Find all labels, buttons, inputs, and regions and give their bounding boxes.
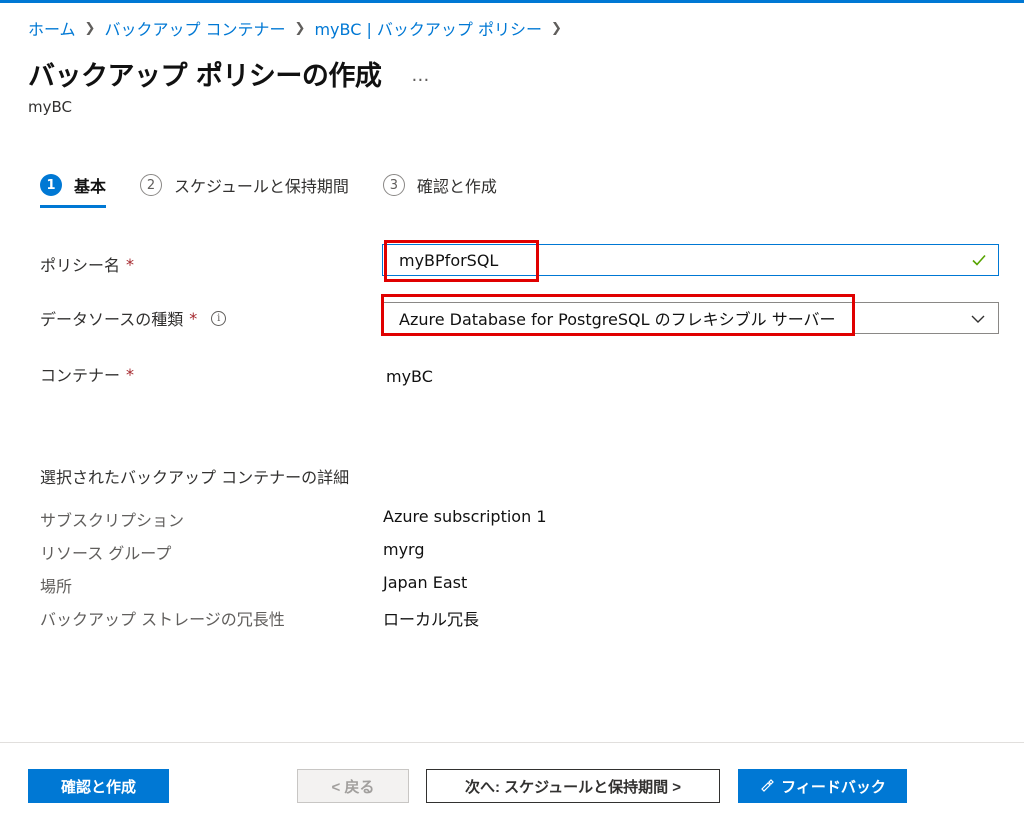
detail-row-location: 場所 Japan East [40, 573, 640, 597]
footer-divider [0, 742, 1024, 743]
step-label: 基本 [74, 177, 107, 196]
required-mark: * [126, 364, 135, 384]
feedback-button[interactable]: フィードバック [738, 769, 907, 803]
step-label: スケジュールと保持期間 [174, 177, 349, 196]
detail-value: Azure subscription 1 [383, 507, 547, 526]
policy-name-value: myBPforSQL [399, 250, 499, 270]
detail-value: ローカル冗長 [383, 610, 480, 629]
datasource-type-label-text: データソースの種類 [40, 310, 184, 329]
policy-name-label: ポリシー名 * [40, 252, 134, 276]
detail-row-resource-group: リソース グループ myrg [40, 540, 640, 564]
detail-value: Japan East [383, 573, 468, 592]
details-section-title: 選択されたバックアップ コンテナーの詳細 [40, 468, 350, 487]
step-label: 確認と作成 [416, 177, 497, 196]
detail-row-redundancy: バックアップ ストレージの冗長性 ローカル冗長 [40, 606, 640, 630]
chevron-right-icon: ❯ [294, 20, 306, 36]
datasource-type-value: Azure Database for PostgreSQL のフレキシブル サー… [399, 310, 836, 329]
datasource-type-select[interactable]: Azure Database for PostgreSQL のフレキシブル サー… [382, 302, 999, 334]
back-button[interactable]: < 戻る [297, 769, 409, 803]
tab-basics[interactable]: 1 基本 [40, 170, 107, 208]
detail-key: リソース グループ [40, 544, 172, 563]
page-title: バックアップ ポリシーの作成 [28, 61, 382, 92]
detail-value: myrg [383, 540, 425, 559]
policy-name-input[interactable]: myBPforSQL [382, 244, 999, 276]
detail-key: 場所 [40, 577, 73, 596]
policy-name-label-text: ポリシー名 [40, 256, 121, 275]
step-number: 3 [382, 174, 405, 196]
chevron-down-icon [970, 311, 986, 331]
detail-key: サブスクリプション [40, 511, 185, 530]
detail-key: バックアップ ストレージの冗長性 [40, 610, 285, 629]
step-number: 1 [40, 174, 62, 196]
container-value: myBC [386, 367, 433, 386]
chevron-right-icon: ❯ [84, 20, 96, 36]
tab-review-create[interactable]: 3 確認と作成 [382, 170, 497, 200]
more-options-icon[interactable]: … [411, 65, 430, 86]
breadcrumb: ホーム ❯ バックアップ コンテナー ❯ myBC | バックアップ ポリシー … [28, 14, 571, 42]
next-schedule-button[interactable]: 次へ: スケジュールと保持期間 > [426, 769, 720, 803]
title-row: バックアップ ポリシーの作成 … [28, 54, 430, 93]
review-create-button[interactable]: 確認と作成 [28, 769, 169, 803]
detail-row-subscription: サブスクリプション Azure subscription 1 [40, 507, 640, 531]
container-label: コンテナー * [40, 362, 134, 386]
top-accent-bar [0, 0, 1024, 3]
feedback-label: フィードバック [781, 778, 886, 796]
page-subtitle: myBC [28, 98, 72, 116]
datasource-type-label: データソースの種類 * i [40, 306, 227, 330]
chevron-right-icon: ❯ [551, 20, 562, 36]
container-label-text: コンテナー [40, 366, 121, 385]
info-icon[interactable]: i [211, 310, 227, 326]
tab-schedule-retention[interactable]: 2 スケジュールと保持期間 [140, 170, 349, 200]
breadcrumb-backup-container[interactable]: バックアップ コンテナー [104, 16, 285, 40]
feedback-icon [759, 778, 775, 794]
wizard-steps: 1 基本 2 スケジュールと保持期間 3 確認と作成 [40, 170, 497, 208]
step-number: 2 [140, 174, 163, 196]
required-mark: * [126, 254, 135, 274]
breadcrumb-home[interactable]: ホーム [28, 16, 76, 40]
check-icon [970, 251, 988, 273]
required-mark: * [189, 308, 198, 328]
breadcrumb-backup-policy[interactable]: myBC | バックアップ ポリシー [314, 16, 542, 40]
